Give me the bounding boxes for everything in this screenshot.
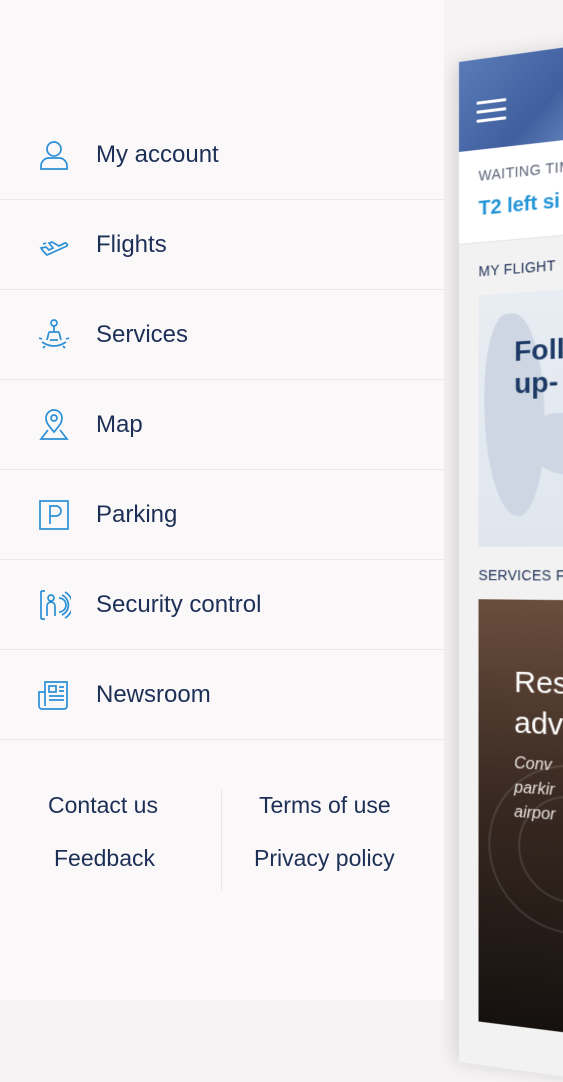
menu-item-label: My account — [96, 140, 219, 168]
navigation-drawer: My account Flights Services Map Parking … — [0, 0, 444, 1000]
terms-of-use-link[interactable]: Terms of use — [259, 792, 391, 819]
privacy-policy-link[interactable]: Privacy policy — [254, 845, 395, 872]
footer-links: Contact us Terms of use Feedback Privacy… — [0, 780, 444, 900]
services-card-heading: Res adv — [514, 665, 563, 743]
services-card[interactable]: Res adv Conv parkir airpor — [478, 599, 563, 1037]
menu-item-label: Parking — [96, 500, 178, 528]
background-app-panel[interactable]: WAITING TIM T2 left si MY FLIGHT Foll up… — [459, 42, 563, 1082]
menu-item-flights[interactable]: Flights — [0, 200, 444, 290]
menu-item-map[interactable]: Map — [0, 380, 444, 470]
menu-item-label: Newsroom — [96, 680, 211, 708]
contact-us-link[interactable]: Contact us — [48, 792, 158, 819]
menu-item-label: Map — [96, 410, 143, 438]
menu-item-label: Services — [96, 320, 189, 348]
menu-item-label: Flights — [96, 230, 167, 258]
drawer-menu: My account Flights Services Map Parking … — [0, 110, 444, 740]
app-header — [459, 42, 563, 152]
map-pin-icon — [36, 407, 72, 443]
footer-divider — [221, 790, 222, 890]
waiting-time-banner[interactable]: WAITING TIM T2 left si — [459, 135, 563, 245]
plane-icon — [36, 227, 72, 263]
parking-icon — [36, 497, 72, 533]
services-card-text: Conv parkir airpor — [514, 754, 556, 824]
menu-item-parking[interactable]: Parking — [0, 470, 444, 560]
hamburger-menu-icon[interactable] — [476, 98, 507, 129]
newspaper-icon — [36, 677, 72, 713]
menu-item-services[interactable]: Services — [0, 290, 444, 380]
security-icon — [36, 587, 72, 623]
waiting-time-caption: WAITING TIM — [478, 157, 563, 184]
menu-item-newsroom[interactable]: Newsroom — [0, 650, 444, 740]
feedback-link[interactable]: Feedback — [54, 845, 155, 872]
flights-card[interactable]: Foll up- — [478, 286, 563, 547]
services-icon — [36, 317, 72, 353]
menu-item-label: Security control — [96, 590, 262, 618]
user-icon — [36, 137, 72, 173]
menu-item-security-control[interactable]: Security control — [0, 560, 444, 650]
flights-card-text: Foll up- — [514, 332, 563, 400]
waiting-time-value: T2 left si — [478, 189, 560, 221]
services-caption: SERVICES F — [478, 567, 563, 584]
menu-item-my-account[interactable]: My account — [0, 110, 444, 200]
